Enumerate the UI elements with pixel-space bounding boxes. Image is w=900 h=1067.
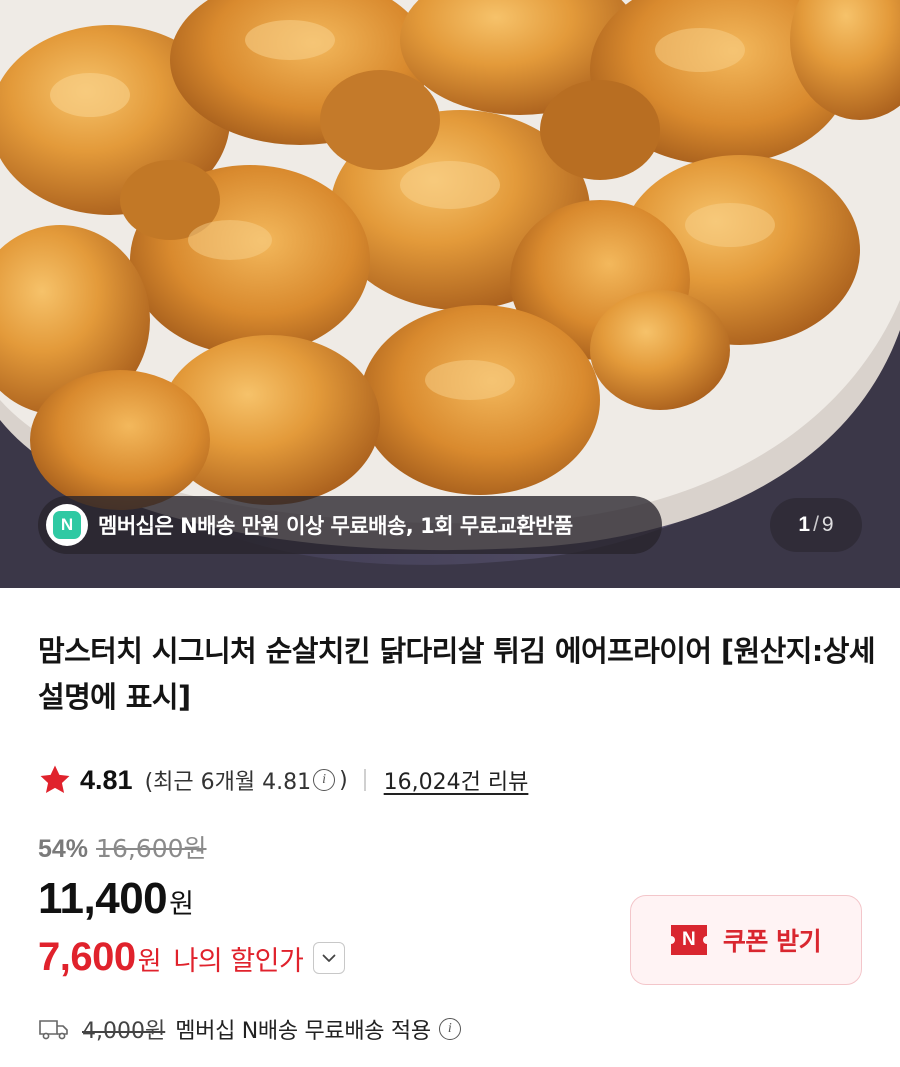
pager-total: 9 [821, 513, 834, 536]
coupon-label: 쿠폰 받기 [722, 927, 822, 956]
sale-price-unit: 원 [169, 889, 194, 920]
divider [363, 769, 366, 791]
membership-promo-banner[interactable]: N 멤버십은 N배송 만원 이상 무료배송, 1회 무료교환반품 [38, 496, 662, 554]
info-icon[interactable]: i [313, 769, 336, 791]
review-count-link[interactable]: 16,024건 리뷰 [384, 764, 529, 796]
pager-current: 1 [798, 513, 811, 536]
truck-icon [39, 1020, 68, 1040]
sale-price-row: 11,400 원 [38, 874, 194, 924]
my-discount-price: 7,600 [38, 935, 136, 979]
shipping-row: 4,000원 멤버십 N배송 무료배송 적용 i [38, 1013, 465, 1045]
product-image[interactable]: N 멤버십은 N배송 만원 이상 무료배송, 1회 무료교환반품 1 / 9 [0, 0, 900, 588]
recent-rating-text: (최근 6개월 4.81 [144, 770, 312, 795]
n-coupon-icon: N [666, 925, 711, 955]
star-icon [40, 765, 70, 794]
my-discount-unit: 원 [137, 947, 162, 977]
recent-rating-close: ) [339, 767, 348, 793]
chevron-down-icon[interactable] [313, 941, 346, 974]
my-discount-row[interactable]: 7,600 원 나의 할인가 [38, 935, 346, 980]
shipping-info-icon[interactable]: i [438, 1018, 461, 1040]
rating-row: 4.81 (최근 6개월 4.81 i ) 16,024건 리뷰 [38, 760, 528, 800]
image-pager: 1 / 9 [770, 498, 862, 552]
rating-score: 4.81 [80, 764, 133, 795]
pager-separator: / [813, 513, 819, 536]
discount-row: 54% 16,600원 [38, 829, 207, 865]
shipping-text: 멤버십 N배송 무료배송 적용 [175, 1019, 431, 1044]
n-delivery-icon: N [46, 504, 88, 546]
recent-rating: (최근 6개월 4.81 i ) [145, 764, 348, 796]
promo-text: 멤버십은 N배송 만원 이상 무료배송, 1회 무료교환반품 [98, 514, 573, 538]
shipping-fee: 4,000원 [82, 1019, 166, 1044]
my-discount-label: 나의 할인가 [173, 946, 304, 977]
discount-rate: 54% [38, 835, 89, 863]
get-coupon-button[interactable]: N 쿠폰 받기 [630, 895, 862, 985]
product-title: 맘스터치 시그니처 순살치킨 닭다리살 튀김 에어프라이어 [원산지:상세설명에… [38, 634, 876, 714]
sale-price: 11,400 [38, 874, 168, 923]
original-price: 16,600원 [96, 834, 207, 863]
